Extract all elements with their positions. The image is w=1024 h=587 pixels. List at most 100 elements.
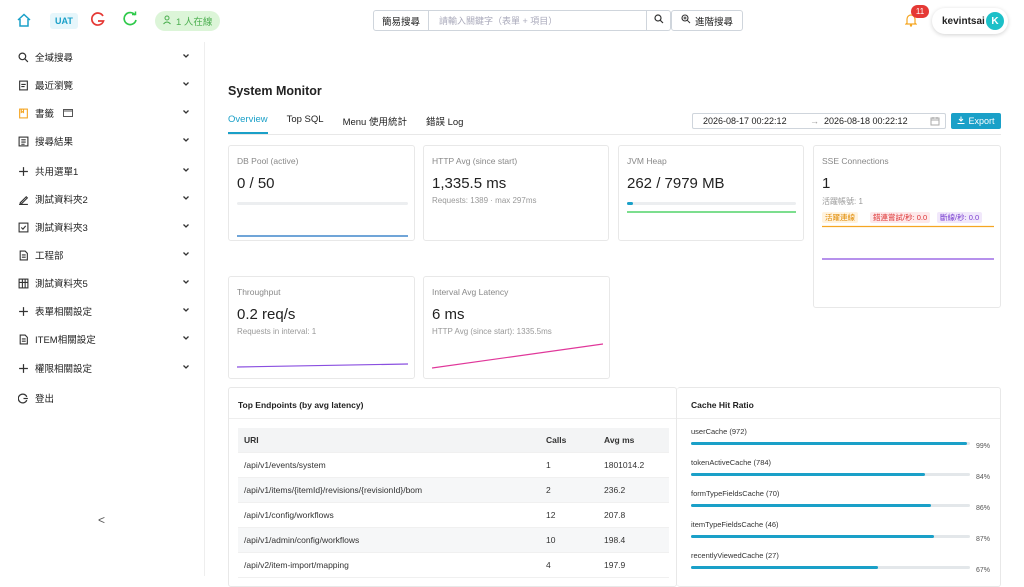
card-subtitle: Requests in interval: 1 xyxy=(237,327,317,336)
chevron-down-icon[interactable] xyxy=(182,80,190,91)
search-button[interactable] xyxy=(647,10,672,31)
card-title: Interval Avg Latency xyxy=(432,287,509,297)
sidebar-item-10[interactable]: 表單相關設定 xyxy=(0,301,205,321)
cell-avg-ms: 1801014.2 xyxy=(604,460,645,470)
header-uri[interactable]: URI xyxy=(244,435,259,445)
env-badge: UAT xyxy=(50,13,78,29)
cache-percent: 84% xyxy=(976,474,991,481)
checkbox-icon xyxy=(17,221,29,233)
header-calls[interactable]: Calls xyxy=(546,435,566,445)
table-row[interactable]: /api/v1/events/system 1 1801014.2 xyxy=(238,453,669,478)
sidebar-item-8[interactable]: 工程部 xyxy=(0,245,205,265)
export-button[interactable]: Export xyxy=(951,113,1001,129)
history-icon xyxy=(17,79,29,91)
card-value: 1 xyxy=(822,175,831,192)
sidebar-item-label: 全域搜尋 xyxy=(35,53,74,64)
tab-error-log[interactable]: 錯誤 Log xyxy=(426,114,464,134)
tab-divider xyxy=(228,134,1001,135)
chevron-down-icon[interactable] xyxy=(182,136,190,147)
sidebar-item-4[interactable]: 搜尋結果 xyxy=(0,131,205,151)
table-row[interactable]: /api/v2/item-import/mapping 4 197.9 xyxy=(238,553,669,578)
cache-progress-bar xyxy=(691,566,970,569)
chevron-down-icon[interactable] xyxy=(182,222,190,233)
sidebar-item-12[interactable]: 權限相關設定 xyxy=(0,358,205,378)
card-value: 0.2 req/s xyxy=(237,306,296,323)
chevron-down-icon[interactable] xyxy=(182,52,190,63)
table-row[interactable]: /api/v1/items/{itemId}/revisions/{revisi… xyxy=(238,478,669,503)
table-header-row: URI Calls Avg ms xyxy=(238,428,669,453)
sidebar-item-9[interactable]: 測試資料夾5 xyxy=(0,273,205,293)
sidebar-item-2[interactable]: 最近瀏覽 xyxy=(0,75,205,95)
cell-avg-ms: 197.9 xyxy=(604,560,626,570)
sidebar-item-7[interactable]: 測試資料夾3 xyxy=(0,217,205,237)
sidebar-item-1[interactable]: 全域搜尋 xyxy=(0,47,205,67)
search-mode-button[interactable]: 簡易搜尋 xyxy=(373,10,430,31)
sidebar-item-label: 工程部 xyxy=(35,251,64,262)
sidebar-item-3[interactable]: 書籤 xyxy=(0,103,205,123)
chevron-down-icon[interactable] xyxy=(182,250,190,261)
bookmark-icon xyxy=(17,107,29,119)
cache-item: userCache (972) 99% xyxy=(691,427,991,450)
chevron-down-icon[interactable] xyxy=(182,334,190,345)
sidebar-item-label: 登出 xyxy=(35,394,55,405)
cell-calls: 1 xyxy=(546,460,551,470)
cell-avg-ms: 236.2 xyxy=(604,485,626,495)
folder-tag-icon xyxy=(63,108,73,120)
sidebar-item-11[interactable]: ITEM相關設定 xyxy=(0,329,205,349)
refresh-icon[interactable] xyxy=(122,11,138,27)
chevron-down-icon[interactable] xyxy=(182,278,190,289)
date-to[interactable]: 2026-08-18 00:22:12 xyxy=(824,116,908,126)
sidebar-item-label: 測試資料夾3 xyxy=(35,223,88,234)
chevron-down-icon[interactable] xyxy=(182,363,190,374)
notification-badge: 11 xyxy=(911,5,929,18)
table-row[interactable]: /api/v1/admin/config/workflows 10 198.4 xyxy=(238,528,669,553)
tab-overview[interactable]: Overview xyxy=(228,114,268,134)
cache-progress-fill xyxy=(691,442,968,445)
cache-percent: 99% xyxy=(976,443,991,450)
date-from[interactable]: 2026-08-17 00:22:12 xyxy=(703,116,787,126)
chevron-down-icon[interactable] xyxy=(182,194,190,205)
search-icon xyxy=(653,14,664,27)
plus-icon xyxy=(17,362,29,374)
main-content: System Monitor Overview Top SQL Menu 使用統… xyxy=(205,42,1024,587)
advanced-search-label: 進階搜尋 xyxy=(695,16,734,28)
document-icon xyxy=(17,333,29,345)
home-icon[interactable] xyxy=(16,12,32,28)
tab-menu-usage[interactable]: Menu 使用統計 xyxy=(343,114,407,134)
plus-icon xyxy=(17,165,29,177)
table-row[interactable]: /api/v1/config/workflows 12 207.8 xyxy=(238,503,669,528)
search-bar: 簡易搜尋 請輸入關鍵字（表單 + 項目） xyxy=(373,10,672,31)
panel-divider xyxy=(229,418,676,419)
chevron-down-icon[interactable] xyxy=(182,108,190,119)
chevron-down-icon[interactable] xyxy=(182,166,190,177)
http-avg-card: HTTP Avg (since start) 1,335.5 ms Reques… xyxy=(423,145,609,241)
user-menu[interactable]: kevintsai K xyxy=(932,8,1008,34)
cache-percent: 86% xyxy=(976,505,991,512)
brand-g-icon[interactable] xyxy=(90,11,106,27)
cache-progress-bar xyxy=(691,473,970,476)
cell-calls: 4 xyxy=(546,560,551,570)
chevron-down-icon[interactable] xyxy=(182,306,190,317)
tab-bar: Overview Top SQL Menu 使用統計 錯誤 Log xyxy=(228,114,482,134)
date-range-picker[interactable]: 2026-08-17 00:22:12 → 2026-08-18 00:22:1… xyxy=(692,113,946,129)
collapse-sidebar-button[interactable]: < xyxy=(98,513,105,527)
cache-progress-fill xyxy=(691,504,931,507)
tab-top-sql[interactable]: Top SQL xyxy=(287,114,324,134)
sidebar-item-13[interactable]: 登出 xyxy=(0,388,205,408)
sidebar-item-5[interactable]: 共用選單1 xyxy=(0,161,205,181)
jvm-heap-card: JVM Heap 262 / 7979 MB xyxy=(618,145,804,241)
cache-item: formTypeFieldsCache (70) 86% xyxy=(691,489,991,512)
db-pool-card: DB Pool (active) 0 / 50 xyxy=(228,145,415,241)
advanced-search-button[interactable]: 進階搜尋 xyxy=(671,10,744,31)
sidebar-item-label: 共用選單1 xyxy=(35,167,79,178)
throughput-sparkline xyxy=(237,363,408,368)
export-label: Export xyxy=(968,116,995,126)
cache-label: userCache (972) xyxy=(691,427,747,436)
card-subtitle: 活躍帳號: 1 xyxy=(822,197,863,206)
username: kevintsai xyxy=(942,15,985,27)
sidebar-item-label: ITEM相關設定 xyxy=(35,335,96,346)
search-input[interactable]: 請輸入關鍵字（表單 + 項目） xyxy=(429,10,648,31)
sidebar-item-6[interactable]: 測試資料夾2 xyxy=(0,189,205,209)
header-avg-ms[interactable]: Avg ms xyxy=(604,435,634,445)
cell-avg-ms: 198.4 xyxy=(604,535,626,545)
